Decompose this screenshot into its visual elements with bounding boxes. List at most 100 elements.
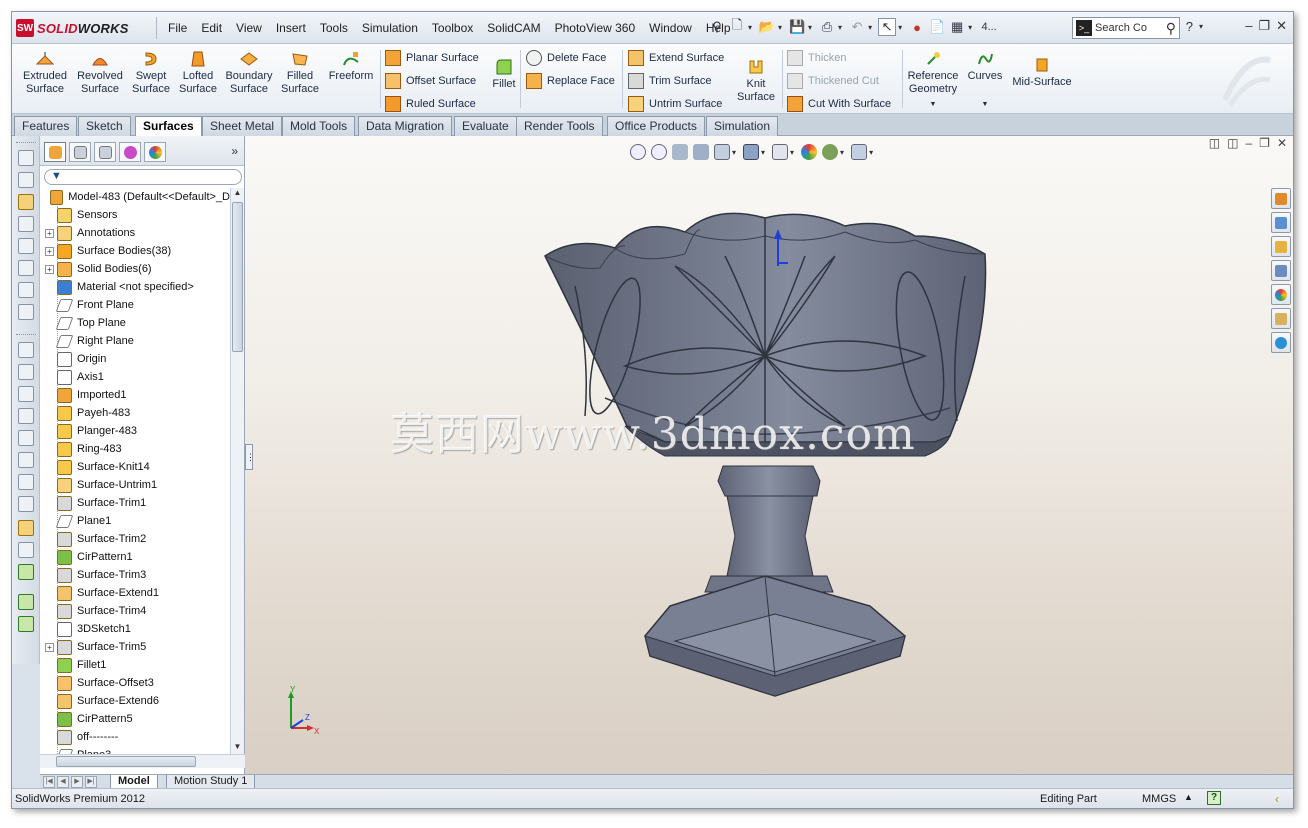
- expand-toggle-icon[interactable]: +: [45, 246, 54, 256]
- tree-item[interactable]: Surface-Trim4: [40, 602, 230, 620]
- tab-motion-study[interactable]: Motion Study 1: [166, 775, 256, 789]
- sketch-tool-icon[interactable]: [18, 260, 34, 276]
- tree-item[interactable]: Fillet1: [40, 656, 230, 674]
- tree-item[interactable]: CirPattern1: [40, 548, 230, 566]
- sketch-tool-icon[interactable]: [18, 282, 34, 298]
- search-commands-box[interactable]: >_ Search Co ⚲: [1072, 17, 1180, 39]
- sketch-tool-icon[interactable]: [18, 304, 34, 320]
- next-tab-icon[interactable]: ▶: [71, 776, 83, 788]
- knit-surface-button[interactable]: Knit Surface: [730, 50, 782, 104]
- restore-icon[interactable]: ❐: [1258, 18, 1270, 34]
- menu-simulation[interactable]: Simulation: [355, 18, 425, 38]
- undo-icon[interactable]: ↶: [848, 18, 866, 36]
- trim-surface-button[interactable]: Trim Surface: [628, 71, 712, 91]
- search-input[interactable]: Search Co: [1095, 22, 1166, 34]
- fillet-button[interactable]: Fillet: [484, 50, 524, 91]
- tree-item[interactable]: Origin: [40, 350, 230, 368]
- tree-item[interactable]: Surface-Trim2: [40, 530, 230, 548]
- view-orientation-icon[interactable]: [18, 386, 34, 402]
- layer-tool-icon[interactable]: [18, 616, 34, 632]
- design-library-tab[interactable]: [1271, 212, 1291, 233]
- curves-button[interactable]: Curves ▼: [962, 50, 1008, 111]
- tab-evaluate[interactable]: Evaluate: [454, 116, 517, 136]
- tab-sketch[interactable]: Sketch: [78, 116, 131, 136]
- tab-model[interactable]: Model: [110, 775, 158, 789]
- sketch-tool-icon[interactable]: [18, 150, 34, 166]
- help-question-icon[interactable]: ?: [1186, 19, 1193, 35]
- tree-item[interactable]: Axis1: [40, 368, 230, 386]
- tab-sheet-metal[interactable]: Sheet Metal: [202, 116, 283, 136]
- revolved-surface-button[interactable]: Revolved Surface: [73, 50, 127, 96]
- configuration-manager-tab[interactable]: [94, 142, 116, 162]
- rebuild-traffic-light-icon[interactable]: ●: [908, 18, 926, 36]
- minimize-icon[interactable]: –: [1245, 18, 1252, 34]
- sketch-tool-icon[interactable]: [18, 520, 34, 536]
- untrim-surface-button[interactable]: Untrim Surface: [628, 94, 722, 114]
- swept-surface-button[interactable]: Swept Surface: [124, 50, 178, 96]
- lofted-surface-button[interactable]: Lofted Surface: [171, 50, 225, 96]
- tree-item[interactable]: Surface-Trim1: [40, 494, 230, 512]
- menu-insert[interactable]: Insert: [269, 18, 313, 38]
- ruled-surface-button[interactable]: Ruled Surface: [385, 94, 476, 114]
- offset-surface-button[interactable]: Offset Surface: [385, 71, 476, 91]
- extruded-surface-button[interactable]: Extruded Surface: [18, 50, 72, 96]
- custom-properties-tab[interactable]: [1271, 308, 1291, 329]
- graphics-area[interactable]: ⋮ ▾ ▾ ▾ ▾ ▾ ◫ ◫ – ❐ ✕ 莫西网www.3dmox.com Y…: [245, 136, 1293, 774]
- filled-surface-button[interactable]: Filled Surface: [273, 50, 327, 96]
- tree-item[interactable]: + Surface Bodies(38): [40, 242, 230, 260]
- expand-toggle-icon[interactable]: +: [45, 228, 54, 238]
- tab-data-migration[interactable]: Data Migration: [358, 116, 453, 136]
- view-orientation-icon[interactable]: [18, 342, 34, 358]
- sketch-tool-icon[interactable]: [18, 564, 34, 580]
- appearances-tab[interactable]: [1271, 284, 1291, 305]
- toolbar-overflow[interactable]: 4...: [978, 18, 1000, 36]
- menu-photoview[interactable]: PhotoView 360: [548, 18, 643, 38]
- tree-item[interactable]: + Solid Bodies(6): [40, 260, 230, 278]
- cut-with-surface-button[interactable]: Cut With Surface: [787, 94, 891, 114]
- tree-item[interactable]: Payeh-483: [40, 404, 230, 422]
- solidworks-logo[interactable]: SW SOLIDWORKS: [16, 18, 146, 38]
- tree-item[interactable]: Ring-483: [40, 440, 230, 458]
- open-folder-icon[interactable]: 📂: [758, 18, 776, 36]
- delete-face-button[interactable]: Delete Face: [526, 48, 606, 68]
- dimxpert-tab[interactable]: [119, 142, 141, 162]
- tree-item[interactable]: Plane3: [40, 746, 230, 754]
- menu-edit[interactable]: Edit: [194, 18, 229, 38]
- sketch-tool-icon[interactable]: [18, 216, 34, 232]
- expand-toggle-icon[interactable]: +: [45, 642, 54, 652]
- file-properties-icon[interactable]: 📄: [928, 18, 946, 36]
- tree-item[interactable]: CirPattern5: [40, 710, 230, 728]
- new-document-icon[interactable]: 🗋: [728, 17, 746, 36]
- close-icon[interactable]: ✕: [1276, 18, 1287, 34]
- tree-item[interactable]: Front Plane: [40, 296, 230, 314]
- feature-filter-input[interactable]: ▼: [44, 169, 242, 185]
- feature-tree-vertical-scrollbar[interactable]: ▲ ▼: [230, 188, 244, 754]
- scroll-up-icon[interactable]: ▲: [232, 188, 243, 200]
- menu-view[interactable]: View: [229, 18, 269, 38]
- sketch-tool-icon[interactable]: [18, 238, 34, 254]
- status-nav-arrow-icon[interactable]: ‹: [1275, 792, 1279, 806]
- menu-solidcam[interactable]: SolidCAM: [480, 18, 547, 38]
- tree-item[interactable]: Sensors: [40, 206, 230, 224]
- sketch-tool-icon[interactable]: [18, 542, 34, 558]
- save-icon[interactable]: 💾: [788, 18, 806, 36]
- file-explorer-tab[interactable]: [1271, 236, 1291, 257]
- view-orientation-icon[interactable]: [18, 452, 34, 468]
- expand-panel-icon[interactable]: »: [231, 144, 238, 158]
- replace-face-button[interactable]: Replace Face: [526, 71, 615, 91]
- scroll-down-icon[interactable]: ▼: [232, 742, 243, 754]
- tree-item[interactable]: Surface-Extend6: [40, 692, 230, 710]
- tree-item[interactable]: 3DSketch1: [40, 620, 230, 638]
- thickened-cut-button[interactable]: Thickened Cut: [787, 71, 879, 91]
- menu-toolbox[interactable]: Toolbox: [425, 18, 480, 38]
- planar-surface-button[interactable]: Planar Surface: [385, 48, 479, 68]
- tree-item[interactable]: Surface-Trim3: [40, 566, 230, 584]
- first-tab-icon[interactable]: |◀: [43, 776, 55, 788]
- help-dropdown-icon[interactable]: ▾: [1199, 19, 1203, 35]
- last-tab-icon[interactable]: ▶|: [85, 776, 97, 788]
- print-icon[interactable]: ⎙: [818, 18, 836, 36]
- menu-tools[interactable]: Tools: [313, 18, 355, 38]
- quick-tips-help-icon[interactable]: ?: [1207, 791, 1221, 805]
- property-manager-tab[interactable]: [69, 142, 91, 162]
- view-orientation-icon[interactable]: [18, 496, 34, 512]
